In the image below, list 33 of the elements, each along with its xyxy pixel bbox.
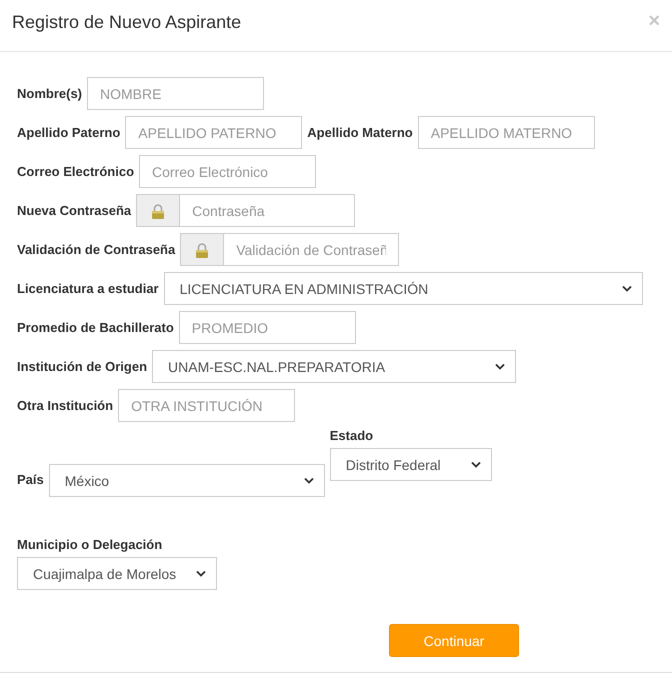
field-label: Apellido Materno — [307, 124, 413, 140]
field-label: Correo Electrónico — [17, 163, 134, 179]
dropdown[interactable]: Distrito Federal — [330, 448, 492, 481]
dropdown[interactable]: Cuajimalpa de Morelos — [17, 557, 217, 590]
field-label: Nueva Contraseña — [17, 202, 132, 218]
chevron-down-icon — [304, 477, 314, 484]
padlock-icon — [151, 202, 166, 218]
dropdown[interactable]: LICENCIATURA EN ADMINISTRACIÓN — [164, 272, 643, 305]
chevron-down-icon — [196, 570, 206, 577]
field-label: Licenciatura a estudiar — [17, 280, 159, 296]
input-field[interactable]: PROMEDIO — [178, 311, 356, 344]
input-field[interactable]: APELLIDO MATERNO — [418, 116, 595, 149]
field-label: Nombre(s) — [17, 85, 82, 101]
padlock-icon — [195, 242, 210, 258]
field-label: Validación de Contraseña — [17, 241, 176, 257]
field-label: Estado — [330, 428, 374, 443]
input-field[interactable]: APELLIDO PATERNO — [125, 116, 302, 149]
chevron-down-icon — [622, 285, 632, 292]
dropdown[interactable]: UNAM-ESC.NAL.PREPARATORIA — [152, 350, 516, 383]
field-label: País — [17, 471, 44, 487]
field-label: Promedio de Bachillerato — [17, 319, 174, 335]
input-field[interactable]: NOMBRE — [87, 77, 264, 110]
chevron-down-icon — [495, 363, 506, 370]
password-field[interactable]: Contraseña — [179, 194, 356, 227]
dropdown[interactable]: México — [48, 464, 325, 497]
dialog-title: Registro de Nuevo Aspirante — [12, 12, 242, 33]
field-label: Apellido Paterno — [17, 124, 120, 140]
field-label: Institución de Origen — [17, 358, 148, 374]
input-field[interactable]: OTRA INSTITUCIÓN — [118, 389, 296, 422]
field-label: Otra Institución — [17, 397, 114, 413]
field-label: Municipio o Delegación — [17, 537, 164, 552]
input-field[interactable]: Correo Electrónico — [139, 155, 316, 188]
chevron-down-icon — [470, 461, 481, 468]
